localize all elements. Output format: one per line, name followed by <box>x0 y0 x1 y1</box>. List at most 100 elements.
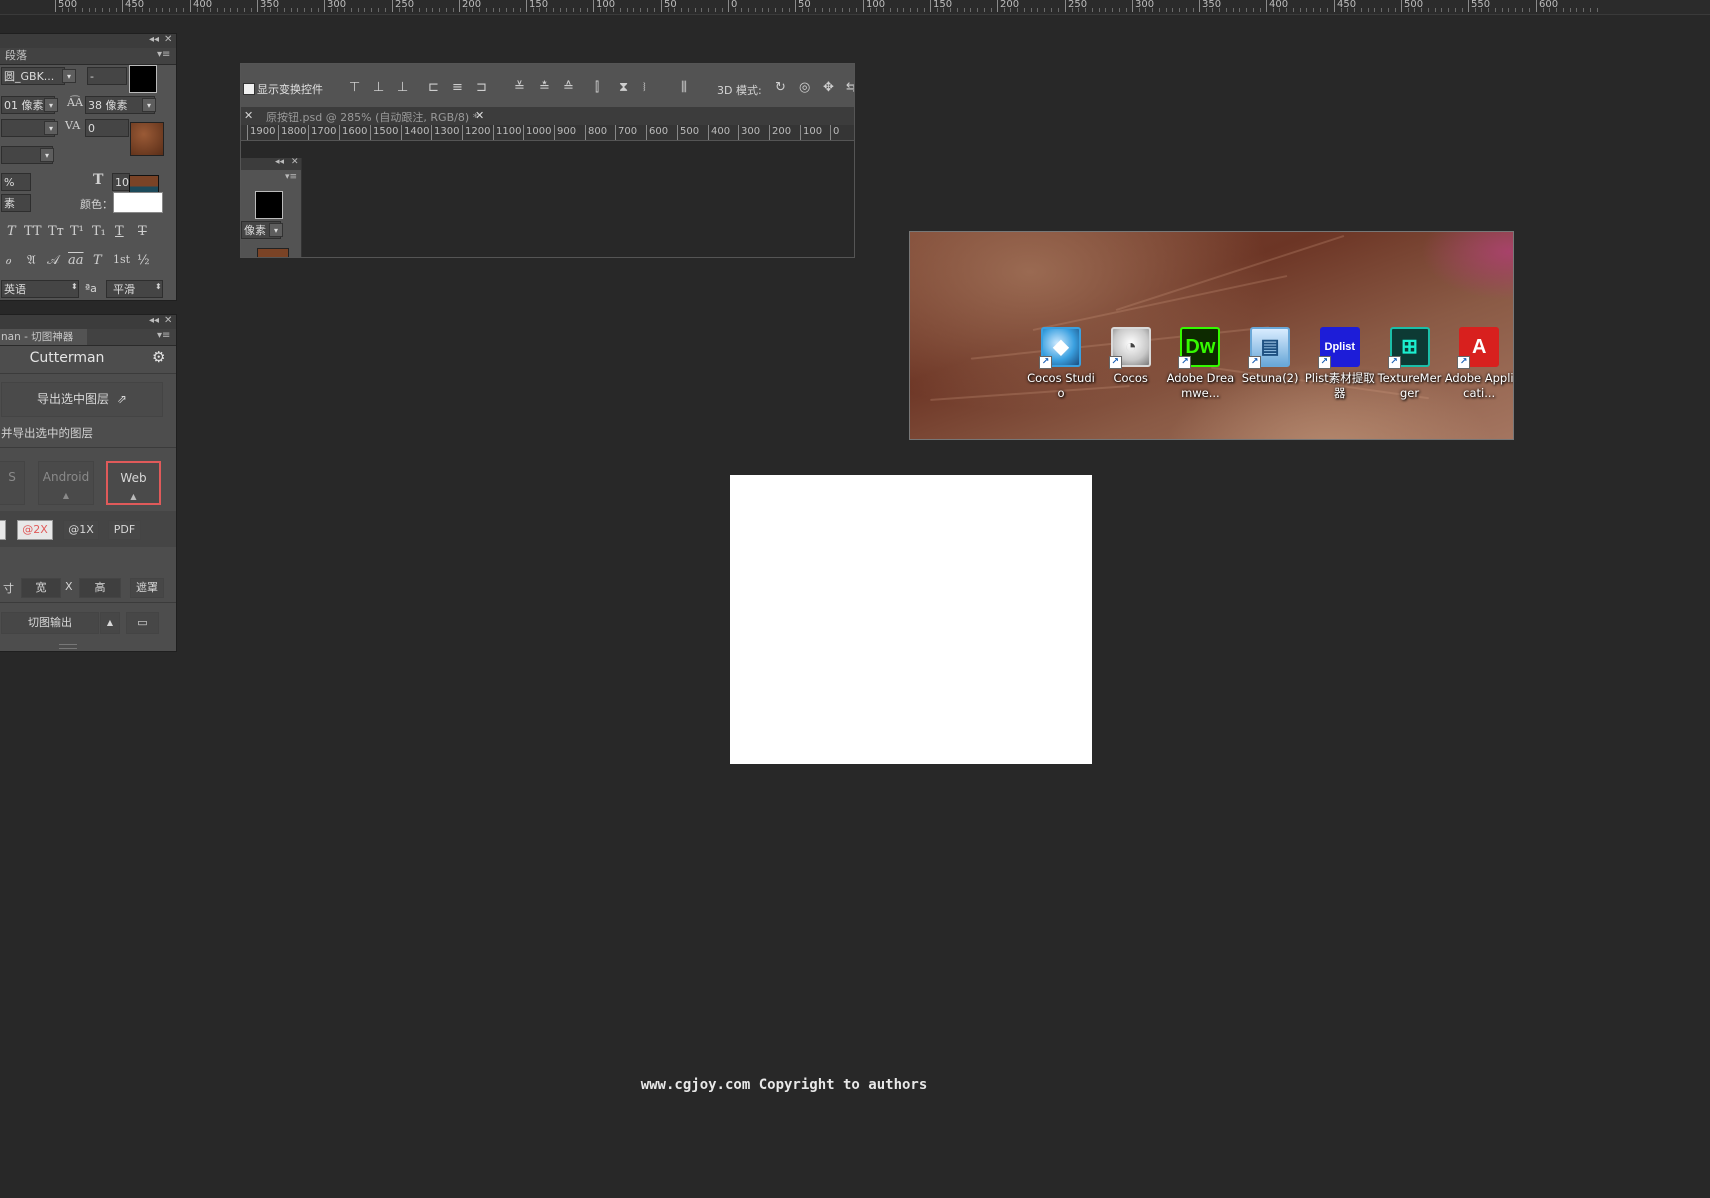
align-vcenter-icon[interactable]: ⊥ <box>373 81 384 95</box>
settings-gear-icon[interactable]: ⚙ <box>152 348 165 366</box>
cutterman-close-icon[interactable]: ✕ <box>164 315 172 326</box>
font-size-dropdown[interactable]: ▾ <box>44 98 58 112</box>
ruler-major-tick <box>1065 0 1066 12</box>
width-input[interactable]: 宽 <box>21 578 61 598</box>
panel-menu-icon[interactable]: ▾≡ <box>157 49 170 60</box>
mini-menu-icon[interactable]: ▾≡ <box>285 172 297 182</box>
shortcut-arrow-icon: ↗ <box>1317 356 1331 369</box>
watermark: www.cgjoy.com Copyright to authors <box>640 1077 928 1093</box>
old-style-icon[interactable]: 𝔄 <box>27 253 36 268</box>
doc-ruler-label: 1100 <box>496 126 522 137</box>
kerning-dropdown[interactable]: ▾ <box>44 121 58 135</box>
desktop-shortcut[interactable]: ▤ ↗ Setuna(2) <box>1235 327 1305 386</box>
mini-unit-dropdown[interactable]: ▾ <box>269 223 283 237</box>
desktop-shortcut[interactable]: ◆ ↗ Cocos Studio <box>1026 327 1096 401</box>
doc-ruler-label: 200 <box>772 126 792 137</box>
3d-pan-icon[interactable]: ✥ <box>823 81 834 95</box>
subscript-icon[interactable]: T₁ <box>92 224 106 239</box>
collapse-icon[interactable]: ◂◂ <box>149 34 159 45</box>
align-bottom-icon[interactable]: ⊥ <box>397 81 408 95</box>
ruler-minor-tick <box>506 8 507 12</box>
stylistic-alternates-icon[interactable]: aa <box>68 253 84 268</box>
distribute-right-icon[interactable]: ⧘ <box>643 81 646 95</box>
align-right-icon[interactable]: ⊐ <box>476 81 487 95</box>
align-left-icon[interactable]: ⊏ <box>428 81 439 95</box>
ligature-icon[interactable]: ℴ <box>5 253 11 268</box>
output-folder-button[interactable]: ▭ <box>126 612 159 634</box>
tracking-field[interactable]: 0 <box>85 119 129 137</box>
text-color-swatch[interactable] <box>129 65 157 93</box>
align-top-icon[interactable]: ⊤ <box>349 81 360 95</box>
scale-pdf-toggle[interactable]: PDF <box>108 520 141 540</box>
strikethrough-icon[interactable]: T <box>138 224 147 239</box>
ruler-minor-tick <box>1320 8 1321 12</box>
faux-italic-icon[interactable]: T <box>7 224 16 239</box>
platform-web[interactable]: Web ▲ <box>106 461 161 505</box>
3d-rotate-icon[interactable]: ↻ <box>775 81 786 95</box>
auto-align-icon[interactable]: ⫼ <box>681 81 687 95</box>
desktop-shortcut[interactable]: ⊞ ↗ TextureMerger <box>1375 327 1445 401</box>
baseline-field[interactable]: 素 <box>1 194 31 212</box>
ruler-minor-tick <box>708 8 709 12</box>
document-tab-close-right-icon[interactable]: ✕ <box>475 109 484 122</box>
scale-2x-toggle[interactable]: @2X <box>17 520 53 540</box>
platform-ios[interactable]: S <box>0 461 25 505</box>
platform-android[interactable]: Android ▲ <box>38 461 94 505</box>
output-options-button[interactable]: ▲ <box>100 612 120 634</box>
close-icon[interactable]: ✕ <box>164 34 172 45</box>
distribute-top-icon[interactable]: ≚ <box>514 81 525 95</box>
tab-cutterman[interactable]: nan - 切图神器 <box>0 329 87 345</box>
underline-icon[interactable]: T <box>115 224 124 239</box>
height-input[interactable]: 高 <box>79 578 121 598</box>
resize-grip[interactable] <box>59 644 77 649</box>
cutterman-menu-icon[interactable]: ▾≡ <box>157 330 170 341</box>
3d-roll-icon[interactable]: ◎ <box>799 81 810 95</box>
desktop-shortcut[interactable]: Dw ↗ Adobe Dreamwe... <box>1165 327 1235 401</box>
font-style-field[interactable]: - <box>87 67 127 85</box>
desktop-shortcut[interactable]: Dplist ↗ Plist素材提取器 <box>1305 327 1375 401</box>
leading-dropdown[interactable]: ▾ <box>142 98 156 112</box>
cutterman-collapse-icon[interactable]: ◂◂ <box>149 315 159 326</box>
ruler-minor-tick <box>1395 8 1396 12</box>
desktop-shortcut[interactable]: ◔ ↗ Cocos <box>1096 327 1166 386</box>
mini-close-icon[interactable]: ✕ <box>291 157 299 167</box>
scale-3x-toggle[interactable] <box>0 520 6 540</box>
distribute-hcenter-icon[interactable]: ⧗ <box>619 81 628 95</box>
mask-button[interactable]: 遮罩 <box>130 578 164 598</box>
titling-icon[interactable]: T <box>93 253 102 268</box>
language-select[interactable]: 英语 <box>1 280 79 298</box>
document-tab-close-icon[interactable]: ✕ <box>244 109 253 122</box>
font-family-field[interactable]: 圆_GBK... <box>1 67 65 85</box>
ruler-minor-tick <box>183 8 184 12</box>
show-transform-checkbox[interactable] <box>243 83 255 95</box>
distribute-bottom-icon[interactable]: ≙ <box>563 81 574 95</box>
superscript-icon[interactable]: T¹ <box>70 224 84 239</box>
mini-brown-swatch[interactable] <box>257 248 289 257</box>
swash-icon[interactable]: 𝒜 <box>47 253 59 268</box>
tab-paragraph[interactable]: 段落 <box>0 48 33 64</box>
align-hcenter-icon[interactable]: ≡ <box>452 81 463 95</box>
ordinals-icon[interactable]: 1st <box>113 253 130 266</box>
scale-dropdown[interactable]: ▾ <box>40 148 54 162</box>
desktop-shortcut[interactable]: A ↗ Adobe Applicati... <box>1444 327 1513 401</box>
slice-output-button[interactable]: 切图输出 <box>1 612 99 634</box>
font-family-dropdown[interactable]: ▾ <box>62 69 76 83</box>
brown-texture-swatch[interactable] <box>130 122 164 156</box>
distribute-left-icon[interactable]: ⫿ <box>595 81 599 95</box>
mini-collapse-icon[interactable]: ◂◂ <box>275 157 284 167</box>
ruler-minor-tick <box>439 8 440 12</box>
document-tab-title[interactable]: 原按钮.psd @ 285% (自动跟注, RGB/8) * <box>266 109 478 125</box>
fractions-icon[interactable]: ½ <box>137 253 150 268</box>
ruler-major-tick <box>1334 0 1335 12</box>
scale-1x-toggle[interactable]: @1X <box>63 520 99 540</box>
small-caps-icon[interactable]: Tт <box>48 224 64 239</box>
horizontal-scale-field[interactable]: 100 <box>112 173 130 191</box>
vertical-scale-field[interactable]: % <box>1 173 31 191</box>
mini-color-swatch[interactable] <box>255 191 283 219</box>
ruler-minor-tick <box>419 8 420 12</box>
color-swatch-white[interactable] <box>113 192 163 213</box>
3d-slide-icon[interactable]: ⇆ <box>846 81 854 95</box>
distribute-vcenter-icon[interactable]: ≛ <box>539 81 550 95</box>
export-selected-layers-button[interactable]: 导出选中图层 ⇗ <box>1 382 163 417</box>
all-caps-icon[interactable]: TT <box>24 224 42 239</box>
